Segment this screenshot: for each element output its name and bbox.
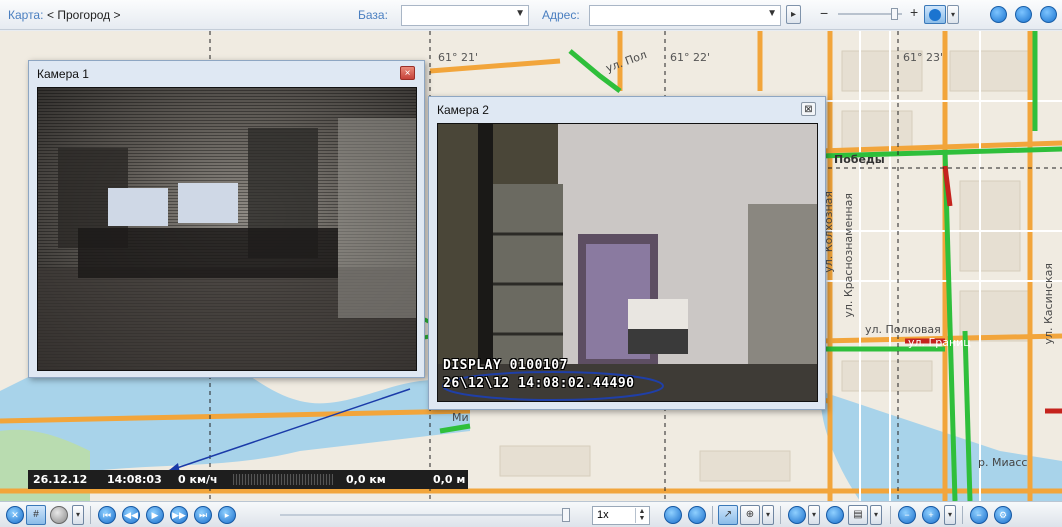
step-icon[interactable]: ▸ [218, 506, 236, 524]
zoom-out-icon[interactable]: − [898, 506, 916, 524]
camera-video-feed [37, 87, 417, 371]
map-layer-dropdown[interactable]: ▾ [947, 5, 959, 24]
minimize-icon[interactable]: − [970, 506, 988, 524]
fast-forward-icon[interactable]: ▶▶ [170, 506, 188, 524]
globe-icon [929, 9, 941, 21]
skip-forward-icon[interactable]: ⏭ [194, 506, 212, 524]
map-layer-button[interactable] [924, 5, 946, 24]
track-status-bar: 26.12.12 14:08:03 0 км/ч 0,0 км 0,0 м [28, 470, 468, 489]
playback-timeline[interactable] [280, 508, 570, 522]
camera-video-feed: DISPLAY 0100107 26\12\12 14:08:02.44490 [437, 123, 818, 402]
list-icon[interactable] [990, 6, 1007, 23]
river-label: Ми [452, 411, 469, 424]
camera-window-1[interactable]: Камера 1 × [28, 60, 425, 378]
street-label: Победы [834, 153, 885, 166]
camera-osd-title: DISPLAY 0100107 [443, 358, 568, 373]
chevron-down-icon[interactable]: ▼ [767, 8, 777, 19]
street-label: ул. Краснознаменная [842, 193, 855, 318]
grid-label: 61° 23' [903, 51, 944, 64]
zoom-slider[interactable] [838, 8, 902, 20]
route-icon[interactable] [788, 506, 806, 524]
layers-button[interactable]: ▤ [848, 505, 868, 525]
map-view[interactable]: 61° 21' 61° 22' 61° 23' ул. Пол Победы у… [0, 31, 1062, 501]
street-label: ул. Границ [908, 336, 971, 349]
target-button[interactable]: ⊕ [740, 505, 760, 525]
bottom-toolbar: ✕ # ▾ ⏮ ◀◀ ▶ ▶▶ ⏭ ▸ 1x ▲ ▼ ↗ ⊕ ▾ ▾ ▤ ▾ − … [0, 501, 1062, 527]
stop-icon[interactable]: ✕ [6, 506, 24, 524]
camera-osd-timestamp: 26\12\12 14:08:02.44490 [443, 376, 635, 391]
settings-icon[interactable] [1040, 6, 1057, 23]
route-dropdown[interactable]: ▾ [808, 505, 820, 525]
status-date: 26.12.12 [33, 473, 88, 486]
speed-value: 1x [597, 509, 609, 521]
street-label: ул. Полковая [865, 323, 941, 336]
target-dropdown[interactable]: ▾ [762, 505, 774, 525]
camera-window-2[interactable]: Камера 2 ⊠ DISPLAY 0100107 26\12\12 14:0… [428, 96, 826, 410]
database-icon[interactable] [1015, 6, 1032, 23]
map-selector[interactable]: < Прогород > [47, 8, 121, 22]
zoom-in-icon[interactable]: + [922, 506, 940, 524]
skip-back-icon[interactable]: ⏮ [98, 506, 116, 524]
zoom-in-icon[interactable]: + [910, 4, 918, 20]
river-label: р. Миасс [978, 456, 1028, 469]
zoom-out-icon[interactable]: − [820, 5, 828, 21]
audio-icon[interactable] [688, 506, 706, 524]
status-time: 14:08:03 [107, 473, 162, 486]
status-speed: 0 км/ч [178, 473, 218, 486]
close-icon[interactable]: ⊠ [801, 102, 816, 116]
camera-title: Камера 1 [37, 67, 89, 81]
rewind-icon[interactable]: ◀◀ [122, 506, 140, 524]
grid-label: 61° 21' [438, 51, 479, 64]
street-label: ул. Касинская [1042, 263, 1055, 345]
grid-label: 61° 22' [670, 51, 711, 64]
address-combobox[interactable]: ▼ [589, 5, 781, 26]
camera-title: Камера 2 [437, 103, 489, 117]
base-combobox[interactable]: ▼ [401, 5, 529, 26]
top-toolbar: Карта: < Прогород > База: ▼ Адрес: ▼ ▸ −… [0, 0, 1062, 30]
settings-icon[interactable]: ⚙ [994, 506, 1012, 524]
layers-dropdown[interactable]: ▾ [870, 505, 882, 525]
speed-graph [233, 474, 333, 485]
speed-spinner-icon[interactable]: ▲ ▼ [635, 508, 648, 523]
chevron-down-icon[interactable]: ▼ [515, 8, 525, 19]
marker-icon[interactable] [826, 506, 844, 524]
close-icon[interactable]: × [400, 66, 415, 80]
record-icon[interactable] [50, 506, 68, 524]
base-label: База: [358, 8, 388, 22]
address-label: Адрес: [542, 8, 580, 22]
camera-scene [38, 118, 416, 370]
play-icon[interactable]: ▶ [146, 506, 164, 524]
address-go-button[interactable]: ▸ [786, 5, 801, 24]
status-distance-m: 0,0 м [433, 473, 466, 486]
zoom-slider-thumb[interactable] [891, 8, 898, 20]
zoom-dropdown[interactable]: ▾ [944, 505, 956, 525]
options-dropdown[interactable]: ▾ [72, 505, 84, 525]
status-distance-km: 0,0 км [346, 473, 386, 486]
camera-icon[interactable] [664, 506, 682, 524]
track-button[interactable]: ↗ [718, 505, 738, 525]
grid-toggle-button[interactable]: # [26, 505, 46, 525]
timeline-thumb[interactable] [562, 508, 570, 522]
map-label: Карта: [8, 8, 44, 22]
playback-speed-field[interactable]: 1x ▲ ▼ [592, 506, 650, 525]
